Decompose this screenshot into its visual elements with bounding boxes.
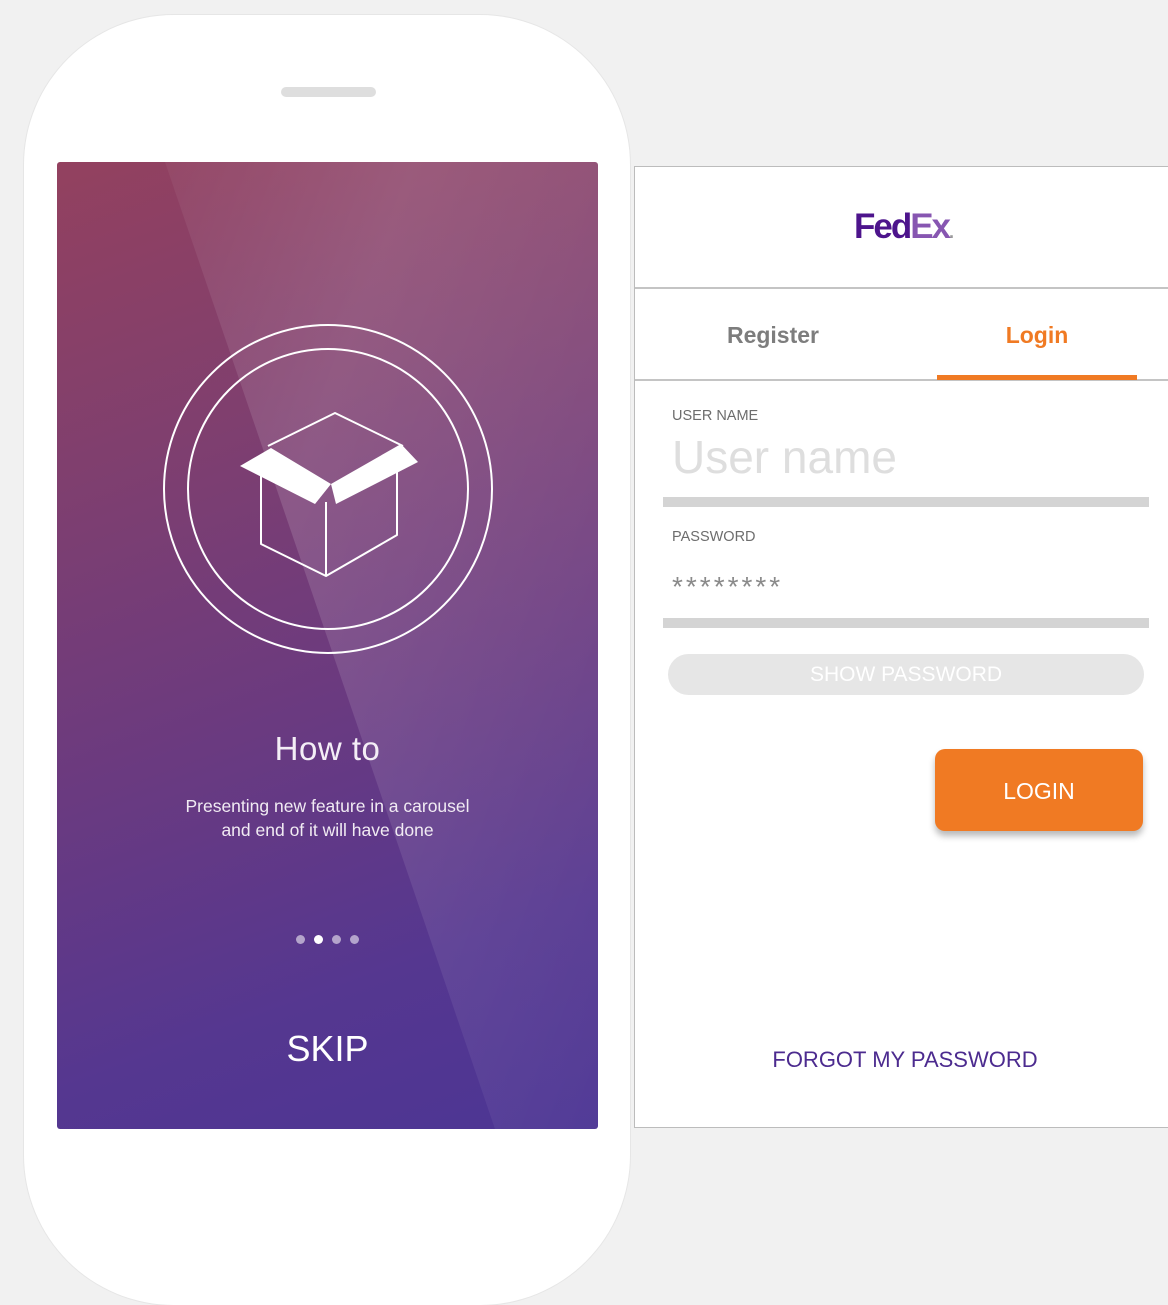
phone-mockup: How to Presenting new feature in a carou… bbox=[24, 15, 630, 1305]
open-box-icon bbox=[163, 324, 493, 654]
carousel-dot[interactable] bbox=[296, 935, 305, 944]
carousel-dots bbox=[57, 935, 598, 944]
carousel-dot-active[interactable] bbox=[314, 935, 323, 944]
password-label: PASSWORD bbox=[672, 529, 756, 545]
slide-description: Presenting new feature in a carousel and… bbox=[185, 796, 470, 840]
logo-fed: Fed bbox=[853, 207, 912, 246]
logo-dot: . bbox=[949, 222, 955, 242]
tab-login[interactable]: Login bbox=[937, 289, 1137, 379]
username-label: USER NAME bbox=[672, 408, 759, 424]
login-button[interactable]: LOGIN bbox=[935, 749, 1143, 831]
fedex-logo: FedEx. bbox=[853, 207, 955, 247]
slide-title: How to bbox=[274, 730, 381, 767]
skip-button[interactable]: SKIP bbox=[57, 1028, 598, 1070]
username-underline bbox=[663, 497, 1149, 507]
password-underline bbox=[663, 618, 1149, 628]
phone-speaker bbox=[281, 87, 376, 97]
forgot-password-link[interactable]: FORGOT MY PASSWORD bbox=[635, 1047, 1168, 1073]
auth-tabs: Register Login bbox=[635, 289, 1168, 381]
brand-header: FedEx. bbox=[635, 167, 1168, 289]
show-password-button[interactable]: SHOW PASSWORD bbox=[668, 654, 1144, 695]
tab-register[interactable]: Register bbox=[673, 289, 873, 379]
onboarding-screen: How to Presenting new feature in a carou… bbox=[57, 162, 598, 1129]
carousel-dot[interactable] bbox=[332, 935, 341, 944]
logo-ex: Ex bbox=[910, 207, 951, 246]
carousel-dot[interactable] bbox=[350, 935, 359, 944]
username-input[interactable] bbox=[663, 429, 1158, 485]
password-input[interactable] bbox=[663, 559, 1158, 615]
active-tab-indicator bbox=[937, 375, 1137, 380]
login-panel: FedEx. Register Login USER NAME PASSWORD… bbox=[634, 166, 1168, 1128]
